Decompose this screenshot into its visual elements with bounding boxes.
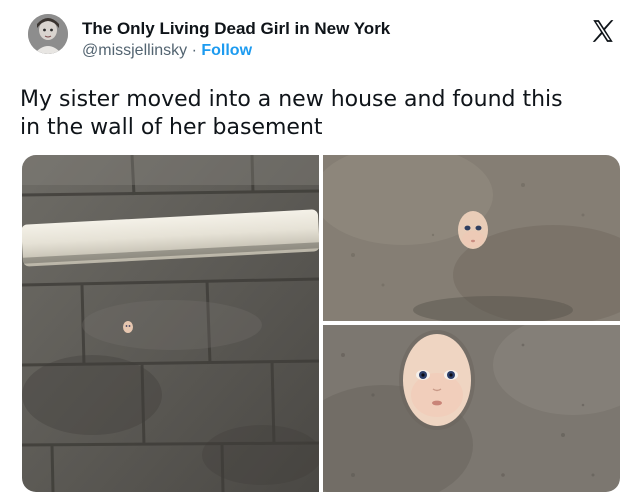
tweet-header: The Only Living Dead Girl in New York @m…: [26, 12, 616, 72]
tweet-text: My sister moved into a new house and fou…: [20, 86, 620, 142]
tweet-text-line-1: My sister moved into a new house and fou…: [20, 87, 563, 112]
media-grid: [22, 155, 620, 492]
tweet-text-line-2: in the wall of her basement: [20, 115, 323, 140]
doll-face-extreme-closeup-image: [323, 325, 620, 492]
follow-button[interactable]: Follow: [201, 42, 252, 59]
author-handle-row: @missjellinsky · Follow: [82, 40, 390, 62]
avatar-portrait-icon: [28, 14, 68, 54]
x-logo-icon[interactable]: [590, 18, 616, 44]
tweet-card: The Only Living Dead Girl in New York @m…: [0, 0, 640, 503]
author-names: The Only Living Dead Girl in New York @m…: [82, 18, 390, 62]
photo-basement-wall[interactable]: [22, 155, 319, 492]
handle-separator: ·: [187, 42, 202, 59]
photo-doll-face-extreme-closeup[interactable]: [323, 325, 620, 492]
doll-face-closeup-image: [323, 155, 620, 321]
author-display-name[interactable]: The Only Living Dead Girl in New York: [82, 18, 390, 40]
photo-doll-face-closeup[interactable]: [323, 155, 620, 321]
basement-wall-image: [22, 155, 319, 492]
avatar[interactable]: [28, 14, 68, 54]
author-handle[interactable]: @missjellinsky: [82, 42, 187, 59]
